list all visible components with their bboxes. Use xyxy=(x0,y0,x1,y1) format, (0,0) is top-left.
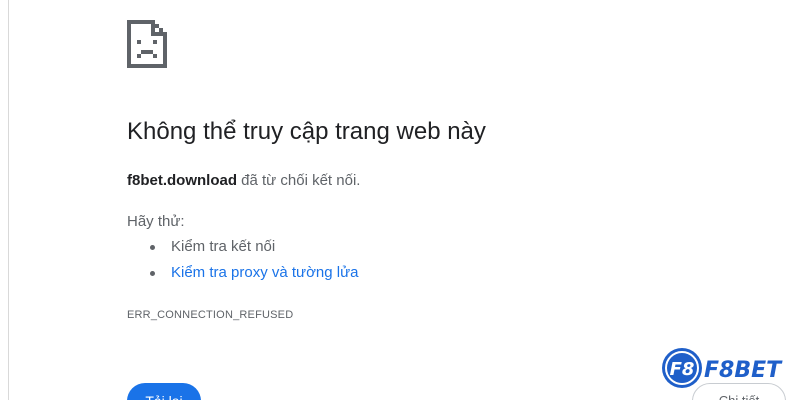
viewport-divider xyxy=(8,0,9,400)
error-message: đã từ chối kết nối. xyxy=(237,172,361,189)
reload-button[interactable]: Tải lại xyxy=(127,383,201,400)
error-page: Không thể truy cập trang web này f8bet.d… xyxy=(0,0,800,400)
suggestion-check-connection: Kiểm tra kết nối xyxy=(127,236,359,262)
error-code: ERR_CONNECTION_REFUSED xyxy=(127,309,294,321)
suggestion-check-proxy-firewall[interactable]: Kiểm tra proxy và tường lửa xyxy=(127,262,359,288)
suggestion-label: Kiểm tra kết nối xyxy=(171,238,276,255)
suggestion-link[interactable]: Kiểm tra proxy và tường lửa xyxy=(171,264,359,281)
sad-page-icon xyxy=(127,20,167,68)
svg-text:F8BET: F8BET xyxy=(704,358,783,383)
f8bet-logo: F8 F8BET xyxy=(662,348,783,388)
error-detail: f8bet.download đã từ chối kết nối. xyxy=(127,172,360,189)
try-label: Hãy thử: xyxy=(127,213,185,230)
error-heading: Không thể truy cập trang web này xyxy=(127,118,486,145)
suggestions-list: Kiểm tra kết nối Kiểm tra proxy và tường… xyxy=(127,236,359,288)
host-name: f8bet.download xyxy=(127,172,237,189)
svg-text:F8: F8 xyxy=(670,359,695,380)
